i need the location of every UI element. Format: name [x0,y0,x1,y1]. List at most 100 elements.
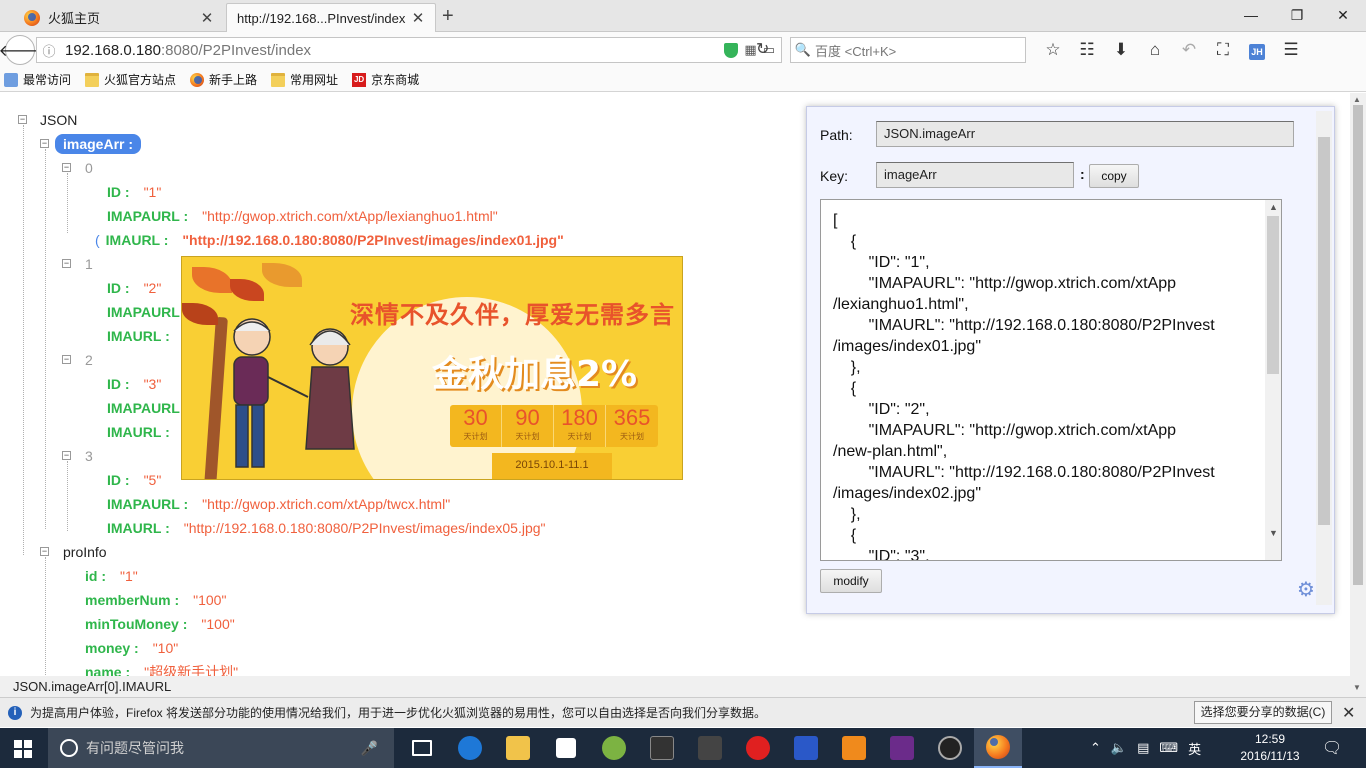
hamburger-menu-icon[interactable]: ☰ [1274,40,1308,60]
bookmarks-menu-icon[interactable]: ☷ [1070,40,1104,60]
network-icon[interactable]: ▤ [1137,740,1149,756]
tree-leaf-imapaurl[interactable]: IMAPAURL [107,397,180,419]
task-view-button[interactable] [398,728,446,768]
home-icon[interactable]: ⌂ [1138,40,1172,60]
bookmark-jd[interactable]: JD 京东商城 [352,71,419,88]
page-scrollbar[interactable]: ▲ ▼ [1350,93,1366,697]
collapse-toggle[interactable]: − [18,115,27,124]
account-icon[interactable]: JH [1240,40,1274,60]
taskbar-edge[interactable] [446,728,494,768]
tree-leaf-id[interactable]: ID : "2" [107,277,161,299]
tree-node-index[interactable]: 3 [85,445,93,467]
taskbar-android-studio[interactable] [590,728,638,768]
close-icon[interactable]: ✕ [1342,703,1355,723]
textarea-scrollbar[interactable]: ▲ ▼ [1265,200,1281,560]
keyboard-icon[interactable]: ⌨ [1159,740,1178,756]
bookmark-firefox-official[interactable]: 火狐官方站点 [85,71,176,88]
taskbar-app-blue[interactable] [782,728,830,768]
action-center-icon[interactable]: 🗨 [1322,738,1342,758]
bookmark-common-sites[interactable]: 常用网址 [271,71,338,88]
collapse-toggle[interactable]: − [62,451,71,460]
tree-node-imagearr[interactable]: imageArr : [55,133,142,155]
tree-node-index[interactable]: 2 [85,349,93,371]
new-tab-button[interactable]: + [442,5,454,28]
taskbar-nox-2[interactable] [686,728,734,768]
collapse-toggle[interactable]: − [40,139,49,148]
minimize-button[interactable]: — [1228,0,1274,30]
key-field[interactable]: imageArr [876,162,1074,188]
close-icon[interactable]: ✕ [200,9,214,27]
scrollbar-thumb[interactable] [1318,137,1330,525]
tree-node-root[interactable]: JSON [40,109,77,131]
collapse-toggle[interactable]: − [40,547,49,556]
taskbar-game[interactable] [878,728,926,768]
tree-leaf-name[interactable]: name : "超级新手计划" [85,661,238,676]
bookmark-star-icon[interactable]: ☆ [1036,40,1070,60]
undo-icon[interactable]: ↶ [1172,40,1206,60]
panel-scrollbar[interactable] [1316,111,1332,605]
reload-icon[interactable]: ↻ [756,39,769,59]
qr-code-icon[interactable]: ▦ [744,42,756,58]
ime-indicator[interactable]: 英 [1188,739,1201,758]
cortana-search-box[interactable]: 有问题尽管问我 🎤 [48,728,394,768]
taskbar-pdf[interactable] [830,728,878,768]
path-field[interactable]: JSON.imageArr [876,121,1294,147]
collapse-toggle[interactable]: − [62,259,71,268]
tree-leaf-imaurl[interactable]: IMAURL : "http://192.168.0.180:8080/P2PIn… [107,517,546,539]
tree-leaf-mintoumoney[interactable]: minTouMoney : "100" [85,613,235,635]
chevron-up-icon[interactable]: ⌃ [1090,740,1101,756]
tree-leaf-imapaurl[interactable]: IMAPAURL [107,301,180,323]
tree-leaf-membernum[interactable]: memberNum : "100" [85,589,226,611]
tab-firefox-home[interactable]: 火狐主页 ✕ [14,3,224,32]
tree-leaf-imaurl[interactable]: IMAURL : [107,325,170,347]
copy-button[interactable]: copy [1089,164,1139,188]
scroll-down-icon[interactable]: ▼ [1269,528,1278,538]
screenshot-icon[interactable]: ⛶ [1206,40,1240,60]
tree-node-proinfo[interactable]: proInfo [63,541,107,563]
tree-leaf-id[interactable]: ID : "5" [107,469,161,491]
microphone-icon[interactable]: 🎤 [361,740,378,757]
volume-icon[interactable]: 🔈 [1111,740,1127,756]
info-icon[interactable]: ⓘ [37,41,61,60]
gear-icon[interactable]: ⚙ [1297,577,1315,602]
search-bar[interactable]: 🔍 百度 <Ctrl+K> [790,37,1026,63]
taskbar-firefox[interactable] [974,728,1022,768]
bookmark-recent[interactable]: 最常访问 [4,71,71,88]
tree-leaf-imapaurl[interactable]: IMAPAURL : "http://gwop.xtrich.com/xtApp/… [107,493,450,515]
tab-p2pinvest[interactable]: http://192.168...PInvest/index ✕ [226,3,436,32]
url-text[interactable]: 192.168.0.180:8080/P2PInvest/index [61,42,724,59]
windows-start-icon[interactable] [14,740,32,758]
tree-node-index[interactable]: 1 [85,253,93,275]
back-button[interactable]: 🡐 [0,35,41,65]
close-window-button[interactable]: ✕ [1320,0,1366,30]
close-icon[interactable]: ✕ [411,9,425,27]
bookmark-getting-started[interactable]: 新手上路 [190,71,257,88]
tree-leaf-id[interactable]: ID : "1" [107,181,161,203]
taskbar-store[interactable] [542,728,590,768]
taskbar-stop[interactable] [734,728,782,768]
scrollbar-thumb[interactable] [1353,105,1363,585]
tree-node-index[interactable]: 0 [85,157,93,179]
taskbar-explorer[interactable] [494,728,542,768]
tree-leaf-money[interactable]: money : "10" [85,637,178,659]
modify-button[interactable]: modify [820,569,882,593]
collapse-toggle[interactable]: − [62,163,71,172]
taskbar-nox[interactable] [638,728,686,768]
json-textarea[interactable]: [ { "ID": "1", "IMAPAURL": "http://gwop.… [820,199,1282,561]
taskbar-obs[interactable] [926,728,974,768]
scroll-up-icon[interactable]: ▲ [1353,95,1361,104]
tree-leaf-proinfo-id[interactable]: id : "1" [85,565,138,587]
maximize-button[interactable]: ❐ [1274,0,1320,30]
tree-leaf-id[interactable]: ID : "3" [107,373,161,395]
share-data-button[interactable]: 选择您要分享的数据(C) [1194,701,1332,724]
scrollbar-thumb[interactable] [1267,216,1279,374]
clock[interactable]: 12:59 2016/11/13 [1240,731,1300,765]
download-icon[interactable]: ⬇ [1104,40,1138,60]
tree-leaf-imaurl[interactable]: (IMAURL : "http://192.168.0.180:8080/P2PI… [95,229,564,251]
collapse-toggle[interactable]: − [62,355,71,364]
tree-leaf-imaurl[interactable]: IMAURL : [107,421,170,443]
tree-leaf-imapaurl[interactable]: IMAPAURL : "http://gwop.xtrich.com/xtApp/… [107,205,498,227]
url-bar[interactable]: ⓘ 192.168.0.180:8080/P2PInvest/index ▦ ▭ [36,37,782,63]
scroll-down-icon[interactable]: ▼ [1353,683,1361,692]
scroll-up-icon[interactable]: ▲ [1269,202,1278,212]
